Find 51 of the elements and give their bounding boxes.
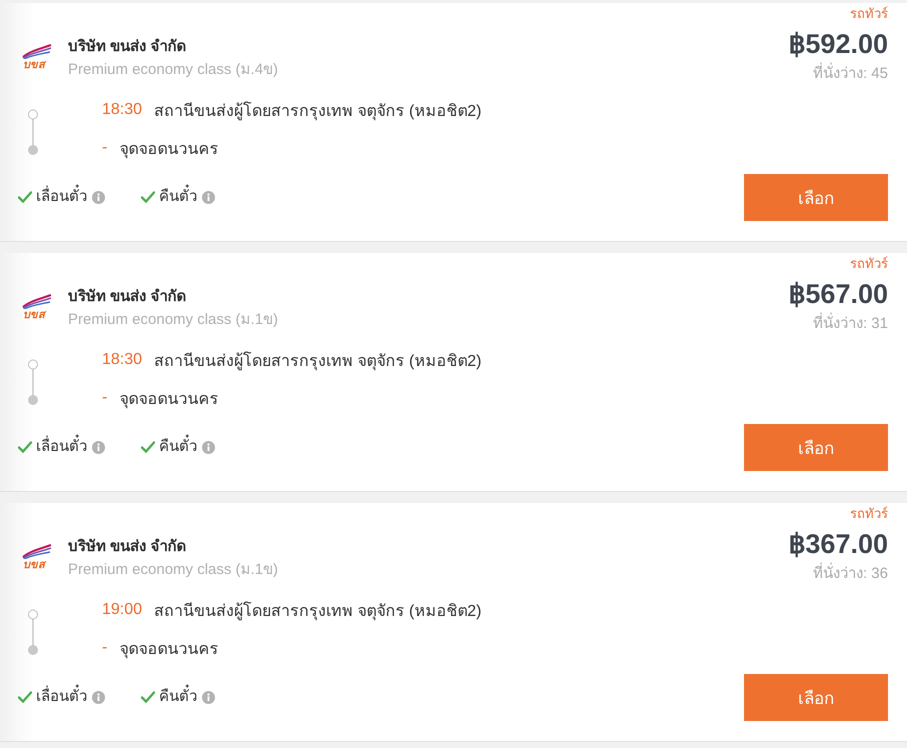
logo-text: บขส (23, 309, 45, 322)
bus-class: Premium economy class (ม.1ข) (68, 560, 278, 580)
operator-name: บริษัท ขนส่ง จำกัด (68, 37, 188, 57)
departure-station: สถานีขนส่งผู้โดยสารกรุงเทพ จตุจักร (หมอชิต2) (154, 350, 482, 372)
arrival-time: - (102, 389, 108, 407)
bus-type-tag: รถทัวร์ (850, 505, 888, 523)
departure-station: สถานีขนส่งผู้โดยสารกรุงเทพ จตุจักร (หมอชิต2) (154, 600, 482, 622)
info-icon[interactable] (202, 690, 215, 704)
info-icon[interactable] (92, 190, 105, 204)
bus-type-tag: รถทัวร์ (850, 5, 888, 23)
price: ฿367.00 (788, 528, 888, 560)
info-icon[interactable] (92, 440, 105, 454)
swoosh-icon (22, 293, 52, 309)
select-button[interactable]: เลือก (744, 174, 888, 221)
logo-text: บขส (23, 559, 45, 572)
policy-label: เลื่อนตั๋ว (36, 186, 87, 208)
bus-type-tag: รถทัวร์ (850, 255, 888, 273)
arrival-time: - (102, 639, 108, 657)
info-icon[interactable] (202, 190, 215, 204)
logo-text: บขส (23, 59, 45, 72)
info-icon[interactable] (92, 690, 105, 704)
swoosh-icon (22, 543, 52, 559)
policy-label: คืนตั๋ว (159, 186, 197, 208)
timeline-drawing (27, 609, 39, 655)
seats-available: ที่นั่งว่าง: 36 (812, 564, 888, 584)
departure-time: 18:30 (102, 101, 142, 119)
policy-label: เลื่อนตั๋ว (36, 436, 87, 458)
policy-label: คืนตั๋ว (159, 686, 197, 708)
departure-time: 19:00 (102, 601, 142, 619)
seats-available: ที่นั่งว่าง: 45 (812, 64, 888, 84)
select-button[interactable]: เลือก (744, 674, 888, 721)
policy-label: คืนตั๋ว (159, 436, 197, 458)
departure-time: 18:30 (102, 351, 142, 369)
bus-class: Premium economy class (ม.4ข) (68, 60, 278, 80)
seats-available: ที่นั่งว่าง: 31 (812, 314, 888, 334)
arrival-station: จุดจอดนวนคร (119, 140, 218, 160)
operator-name: บริษัท ขนส่ง จำกัด (68, 287, 188, 307)
price: ฿567.00 (788, 278, 888, 310)
policy-label: เลื่อนตั๋ว (36, 686, 87, 708)
operator-name: บริษัท ขนส่ง จำกัด (68, 537, 188, 557)
bus-class: Premium economy class (ม.1ข) (68, 310, 278, 330)
arrival-time: - (102, 139, 108, 157)
price: ฿592.00 (788, 28, 888, 60)
departure-station: สถานีขนส่งผู้โดยสารกรุงเทพ จตุจักร (หมอชิต2) (154, 100, 482, 122)
arrival-station: จุดจอดนวนคร (119, 640, 218, 660)
info-icon[interactable] (202, 440, 215, 454)
select-button[interactable]: เลือก (744, 424, 888, 471)
swoosh-icon (22, 43, 52, 59)
timeline-drawing (27, 359, 39, 405)
timeline-drawing (27, 109, 39, 155)
arrival-station: จุดจอดนวนคร (119, 390, 218, 410)
